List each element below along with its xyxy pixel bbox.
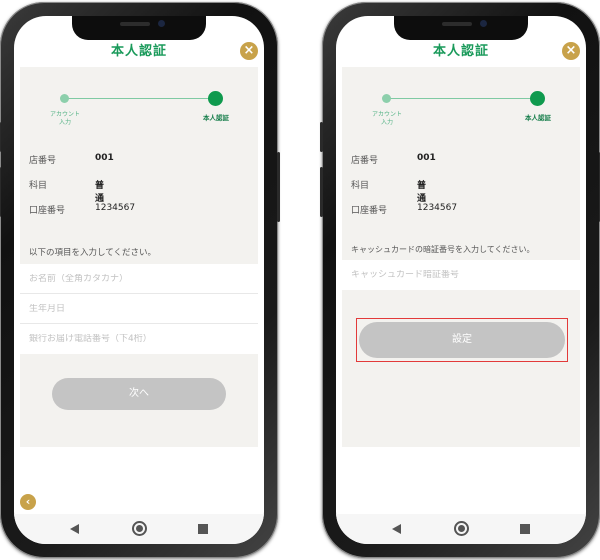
phone-frame-left: 本人認証 × アカウント 入力 本人認証 店番号 001 科目 普通 口座番号 … [0, 2, 280, 558]
step-1-label: アカウント 入力 [49, 111, 80, 126]
phone-notch [72, 16, 206, 40]
next-button[interactable]: 次へ [52, 378, 226, 410]
app-header: 本人認証 × [14, 40, 264, 66]
page-title: 本人認証 [432, 44, 489, 59]
info-label: 口座番号 [29, 206, 66, 216]
speaker-grille [442, 22, 472, 26]
screen-right: 本人認証 × アカウント 入力 本人認証 店番号 001 科目 普通 口座番号 … [336, 16, 586, 544]
input-form [342, 260, 580, 290]
progress-stepper: アカウント 入力 本人認証 [20, 91, 258, 133]
phone-side-button [320, 167, 323, 217]
close-icon[interactable]: × [562, 42, 580, 60]
instruction-text: キャッシュカードの暗証番号を入力してください。 [351, 245, 535, 254]
info-label: 店番号 [351, 156, 379, 166]
phone-side-button [0, 122, 1, 152]
name-input[interactable] [29, 274, 249, 284]
set-button[interactable]: 設定 [359, 322, 565, 358]
nav-back-icon[interactable] [392, 524, 401, 534]
nav-home-icon[interactable] [132, 521, 147, 536]
front-camera [158, 20, 165, 27]
back-icon[interactable]: ‹ [20, 494, 36, 510]
nav-recents-icon[interactable] [198, 524, 208, 534]
info-value: 001 [417, 153, 436, 163]
phone-side-button [0, 167, 1, 217]
nav-recents-icon[interactable] [520, 524, 530, 534]
step-1-label: アカウント 入力 [371, 111, 402, 126]
speaker-grille [120, 22, 150, 26]
info-value: 普通 [417, 181, 427, 204]
stepper-line [386, 98, 538, 99]
main-content: アカウント 入力 本人認証 店番号 001 科目 普通 口座番号 1234567… [342, 67, 580, 447]
info-value: 1234567 [95, 203, 136, 213]
step-2-dot-active [530, 91, 545, 106]
nav-home-icon[interactable] [454, 521, 469, 536]
phone-field-row [20, 324, 258, 354]
front-camera [480, 20, 487, 27]
screen-left: 本人認証 × アカウント 入力 本人認証 店番号 001 科目 普通 口座番号 … [14, 16, 264, 544]
info-label: 科目 [29, 181, 48, 191]
page-title: 本人認証 [110, 44, 167, 59]
phone-last4-input[interactable] [29, 334, 249, 344]
info-value: 001 [95, 153, 114, 163]
app-header: 本人認証 × [336, 40, 586, 66]
pin-input[interactable] [351, 270, 571, 280]
info-label: 口座番号 [351, 206, 388, 216]
input-form [20, 264, 258, 354]
phone-frame-right: 本人認証 × アカウント 入力 本人認証 店番号 001 科目 普通 口座番号 … [320, 2, 600, 558]
system-navbar [14, 514, 264, 544]
system-navbar [336, 514, 586, 544]
phone-side-button [320, 122, 323, 152]
instruction-text: 以下の項目を入力してください。 [29, 248, 156, 258]
birthdate-input[interactable] [29, 304, 249, 314]
info-label: 科目 [351, 181, 370, 191]
phone-power-button [277, 152, 280, 222]
pin-field-row [342, 260, 580, 290]
nav-back-icon[interactable] [70, 524, 79, 534]
step-2-label: 本人認証 [525, 114, 551, 122]
step-2-label: 本人認証 [203, 114, 229, 122]
phone-notch [394, 16, 528, 40]
step-1-dot [382, 94, 391, 103]
step-1-dot [60, 94, 69, 103]
progress-stepper: アカウント 入力 本人認証 [342, 91, 580, 133]
info-value: 普通 [95, 181, 105, 204]
step-2-dot-active [208, 91, 223, 106]
info-value: 1234567 [417, 203, 458, 213]
info-label: 店番号 [29, 156, 57, 166]
close-icon[interactable]: × [240, 42, 258, 60]
stepper-line [64, 98, 216, 99]
name-field-row [20, 264, 258, 294]
birth-field-row [20, 294, 258, 324]
main-content: アカウント 入力 本人認証 店番号 001 科目 普通 口座番号 1234567… [20, 67, 258, 447]
